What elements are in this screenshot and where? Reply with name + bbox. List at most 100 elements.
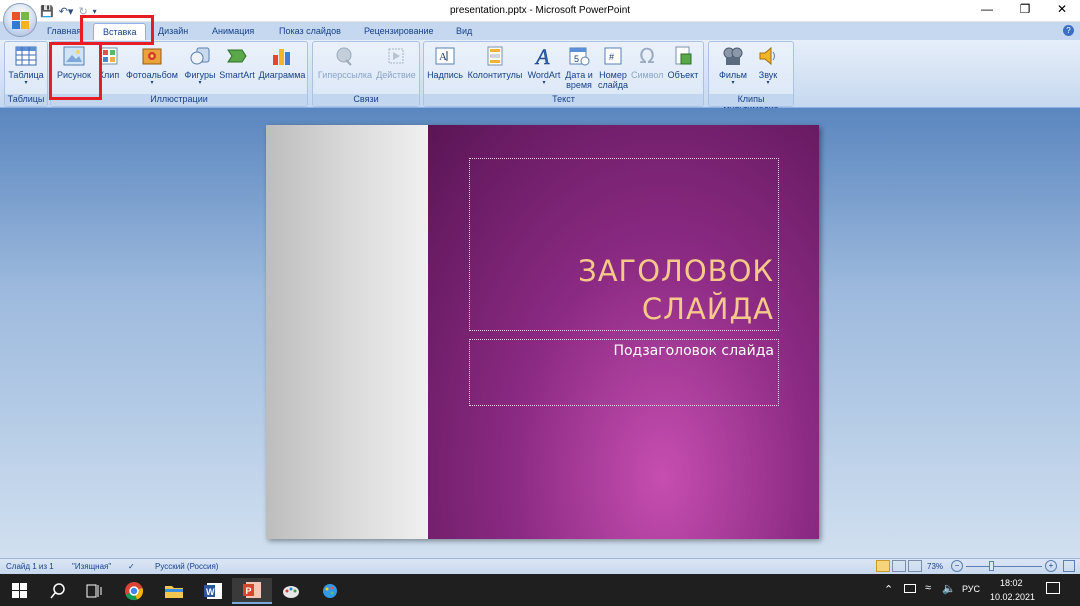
datetime-button[interactable]: 5 Дата и время [564,44,594,94]
slidenum-label-2: слайда [597,80,629,90]
tab-animation[interactable]: Анимация [212,26,254,36]
office-logo-icon [11,11,29,29]
header-footer-button[interactable]: Колонтитулы [466,44,524,94]
table-button[interactable]: Таблица ▾ [7,44,45,94]
language-label[interactable]: Русский (Россия) [155,562,218,571]
help-icon[interactable]: ? [1063,25,1074,36]
shapes-button[interactable]: Фигуры ▾ [182,44,218,94]
wordart-button[interactable]: A WordArt ▾ [525,44,563,94]
zoom-slider-thumb[interactable] [989,561,994,571]
tab-slideshow[interactable]: Показ слайдов [279,26,341,36]
theme-name[interactable]: "Изящная" [72,562,111,571]
notifications-icon[interactable] [1046,582,1060,594]
status-bar: Слайд 1 из 1 "Изящная" ✓ Русский (Россия… [0,558,1080,574]
ribbon-tabs: Главная Вставка Дизайн Анимация Показ сл… [0,22,1080,41]
spellcheck-icon[interactable]: ✓ [128,562,135,571]
slide-number-icon: # [601,44,625,68]
slidenum-label-1: Номер [599,70,627,80]
group-label-links: Связи [313,94,419,106]
zoom-in-icon[interactable]: + [1045,560,1057,572]
subtitle-placeholder[interactable]: Подзаголовок слайда [469,339,779,406]
globe-link-icon [333,44,357,68]
tab-home[interactable]: Главная [47,26,81,36]
clock-date[interactable]: 10.02.2021 [990,592,1035,602]
movie-button[interactable]: Фильм ▾ [715,44,751,94]
group-tables: Таблица ▾ Таблицы [4,41,48,107]
normal-view-icon[interactable] [876,560,890,572]
slide-counter: Слайд 1 из 1 [6,562,54,571]
title-bar: 💾 ↶▾ ↻ ▾ presentation.pptx - Microsoft P… [0,0,1080,22]
task-view-icon[interactable] [74,578,114,604]
datetime-label-1: Дата и [565,70,593,80]
zoom-level[interactable]: 73% [927,562,943,571]
volume-icon[interactable]: 🔈 [942,582,956,595]
zoom-slider-track[interactable] [966,566,1042,567]
file-explorer-icon[interactable] [154,578,194,604]
tray-chevron-icon[interactable]: ⌃ [884,583,893,596]
chrome-icon[interactable] [114,578,154,604]
zoom-out-icon[interactable]: − [951,560,963,572]
close-button[interactable]: ✕ [1052,2,1072,18]
object-button[interactable]: Объект [665,44,701,94]
highlight-picture-button [49,42,102,100]
textbox-icon: A [433,44,457,68]
datetime-label-2: время [566,80,592,90]
object-icon [671,44,695,68]
table-icon [14,44,38,68]
tab-review[interactable]: Рецензирование [364,26,434,36]
slide-title-line2: СЛАЙДА [641,292,774,326]
textbox-button[interactable]: A Надпись [426,44,464,94]
word-icon[interactable]: W [193,578,233,604]
svg-text:W: W [206,587,215,597]
title-placeholder[interactable]: ЗАГОЛОВОК СЛАЙДА [469,158,779,331]
header-footer-icon [483,44,507,68]
fit-to-window-icon[interactable] [1063,560,1075,572]
slide-title-line1: ЗАГОЛОВОК [578,254,774,288]
svg-text:A: A [439,51,447,63]
calendar-clock-icon: 5 [567,44,591,68]
input-language[interactable]: РУС [962,584,980,594]
action-button[interactable]: Действие [375,44,417,94]
highlight-insert-tab [80,15,154,45]
wifi-icon[interactable]: ≈ [925,582,931,594]
slide-right-panel: ЗАГОЛОВОК СЛАЙДА Подзаголовок слайда [428,125,819,539]
search-icon[interactable] [38,578,78,604]
symbol-button[interactable]: Ω Символ [631,44,663,94]
wordart-icon: A [532,44,556,68]
group-label-tables: Таблицы [5,94,47,106]
svg-text:#: # [609,52,614,62]
powerpoint-icon[interactable]: P [232,578,272,604]
slide-canvas[interactable]: ЗАГОЛОВОК СЛАЙДА Подзаголовок слайда [266,125,819,539]
action-icon [384,44,408,68]
group-links: Гиперссылка Действие Связи [312,41,420,107]
film-reel-icon [721,44,745,68]
svg-text:A: A [534,45,550,67]
sound-button[interactable]: Звук ▾ [753,44,783,94]
sorter-view-icon[interactable] [892,560,906,572]
tab-design[interactable]: Дизайн [158,26,188,36]
windows-start-icon[interactable] [0,578,40,604]
slide-subtitle: Подзаголовок слайда [613,343,774,359]
minimize-button[interactable]: — [977,2,997,18]
photoalbum-button[interactable]: Фотоальбом ▾ [124,44,180,94]
slide-number-button[interactable]: # Номер слайда [596,44,630,94]
maximize-button[interactable]: ❐ [1015,2,1035,18]
tab-view[interactable]: Вид [456,26,472,36]
slide-title: ЗАГОЛОВОК СЛАЙДА [578,252,774,328]
chart-button[interactable]: Диаграмма [257,44,307,94]
speaker-icon [756,44,780,68]
office-button[interactable] [3,3,37,37]
ribbon: Таблица ▾ Таблицы Рисунок Клип Фотоальбо… [0,40,1080,114]
slideshow-view-icon[interactable] [908,560,922,572]
smartart-button[interactable]: SmartArt [218,44,256,94]
omega-icon: Ω [639,44,655,68]
hyperlink-button[interactable]: Гиперссылка [316,44,374,94]
paint3d-icon[interactable] [310,578,350,604]
battery-icon[interactable] [904,584,916,593]
clock-time[interactable]: 18:02 [1000,578,1023,588]
smartart-icon [225,44,249,68]
svg-text:P: P [246,586,252,596]
group-media: Фильм ▾ Звук ▾ Клипы мультимедиа [708,41,794,114]
chart-icon [270,44,294,68]
paint-icon[interactable] [271,578,311,604]
